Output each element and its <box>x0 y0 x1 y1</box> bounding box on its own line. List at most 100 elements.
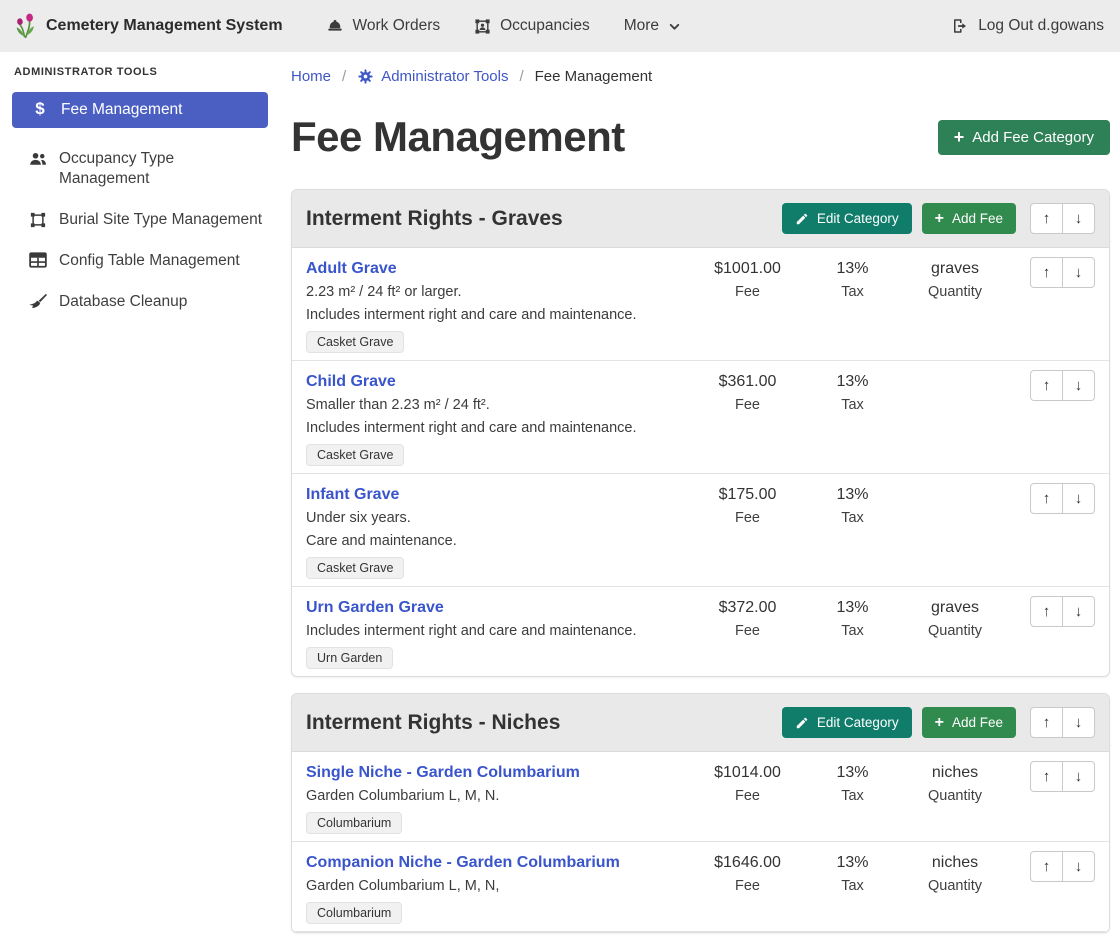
fee-description: Includes interment right and care and ma… <box>306 620 690 643</box>
quantity-label: Quantity <box>900 620 1010 643</box>
tax-label: Tax <box>805 394 900 417</box>
fee-name-link[interactable]: Adult Grave <box>306 257 397 281</box>
fee-amount-cell: $1014.00 Fee <box>690 761 805 808</box>
fee-name-link[interactable]: Urn Garden Grave <box>306 596 444 620</box>
fee-amount-label: Fee <box>690 875 805 898</box>
move-category-down-button[interactable]: ↓ <box>1062 203 1095 234</box>
add-fee-button[interactable]: + Add Fee <box>922 203 1016 234</box>
sidebar-item-database-cleanup[interactable]: Database Cleanup <box>0 292 280 312</box>
nav-work-orders[interactable]: Work Orders <box>326 17 441 35</box>
move-category-down-button[interactable]: ↓ <box>1062 707 1095 738</box>
quantity-unit: niches <box>900 761 1010 785</box>
move-fee-down-button[interactable]: ↓ <box>1062 483 1095 514</box>
logout-link[interactable]: Log Out d.gowans <box>951 17 1104 35</box>
fee-description: Care and maintenance. <box>306 530 690 553</box>
gear-icon <box>357 68 374 85</box>
move-fee-up-button[interactable]: ↑ <box>1030 370 1063 401</box>
nav-more[interactable]: More <box>624 17 681 35</box>
move-fee-up-button[interactable]: ↑ <box>1030 851 1063 882</box>
quantity-label: Quantity <box>900 785 1010 808</box>
boundary-frame-icon <box>28 211 48 229</box>
move-fee-down-button[interactable]: ↓ <box>1062 257 1095 288</box>
fee-description: Under six years. <box>306 507 690 530</box>
fee-amount-cell: $1646.00 Fee <box>690 851 805 898</box>
site-type-badge: Columbarium <box>306 812 402 834</box>
pencil-icon <box>795 716 809 730</box>
plus-icon: + <box>954 130 965 144</box>
fee-row: Companion Niche - Garden Columbarium Gar… <box>292 842 1109 932</box>
fee-info: Single Niche - Garden Columbarium Garden… <box>306 761 690 834</box>
tax-value: 13% <box>805 761 900 785</box>
fee-amount-label: Fee <box>690 620 805 643</box>
hardhat-icon <box>326 17 344 35</box>
fee-description: Garden Columbarium L, M, N, <box>306 875 690 898</box>
plus-icon: + <box>935 717 944 729</box>
sidebar-item-occupancy-type[interactable]: Occupancy Type Management <box>0 149 280 189</box>
sidebar: ADMINISTRATOR TOOLS $ Fee Management Occ… <box>0 52 280 333</box>
move-fee-down-button[interactable]: ↓ <box>1062 851 1095 882</box>
move-fee-down-button[interactable]: ↓ <box>1062 370 1095 401</box>
fee-amount: $1001.00 <box>690 257 805 281</box>
app-brand[interactable]: Cemetery Management System <box>14 12 283 40</box>
sidebar-item-fee-management[interactable]: $ Fee Management <box>12 92 268 128</box>
move-fee-up-button[interactable]: ↑ <box>1030 483 1063 514</box>
fee-name-link[interactable]: Single Niche - Garden Columbarium <box>306 761 580 785</box>
quantity-unit: graves <box>900 596 1010 620</box>
category-header: Interment Rights - Graves Edit Category … <box>292 190 1109 248</box>
edit-category-button[interactable]: Edit Category <box>782 203 912 234</box>
fee-reorder-controls: ↑ ↓ <box>1010 370 1095 401</box>
site-type-badge: Columbarium <box>306 902 402 924</box>
chevron-down-icon <box>668 20 681 33</box>
occupancy-frame-icon <box>474 18 491 35</box>
tax-value: 13% <box>805 483 900 507</box>
add-fee-button[interactable]: + Add Fee <box>922 707 1016 738</box>
logout-label: Log Out d.gowans <box>978 17 1104 35</box>
quantity-label: Quantity <box>900 875 1010 898</box>
sidebar-item-config-table[interactable]: Config Table Management <box>0 251 280 271</box>
category-header: Interment Rights - Niches Edit Category … <box>292 694 1109 752</box>
sidebar-item-burial-site-type[interactable]: Burial Site Type Management <box>0 210 280 230</box>
tax-value: 13% <box>805 257 900 281</box>
add-fee-category-button[interactable]: + Add Fee Category <box>938 120 1110 155</box>
move-category-up-button[interactable]: ↑ <box>1030 203 1063 234</box>
table-icon <box>28 252 48 268</box>
tax-cell: 13% Tax <box>805 761 900 808</box>
tax-cell: 13% Tax <box>805 596 900 643</box>
breadcrumb-admin-tools-label: Administrator Tools <box>381 68 508 85</box>
fee-name-link[interactable]: Child Grave <box>306 370 396 394</box>
edit-category-label: Edit Category <box>817 715 899 730</box>
move-fee-up-button[interactable]: ↑ <box>1030 257 1063 288</box>
category-title: Interment Rights - Niches <box>306 711 772 735</box>
fee-row: Single Niche - Garden Columbarium Garden… <box>292 752 1109 842</box>
move-category-up-button[interactable]: ↑ <box>1030 707 1063 738</box>
fee-amount-label: Fee <box>690 281 805 304</box>
fee-row: Urn Garden Grave Includes interment righ… <box>292 587 1109 676</box>
fee-row: Infant Grave Under six years. Care and m… <box>292 474 1109 587</box>
fee-amount-cell: $372.00 Fee <box>690 596 805 643</box>
fee-name-link[interactable]: Infant Grave <box>306 483 399 507</box>
tax-cell: 13% Tax <box>805 851 900 898</box>
edit-category-label: Edit Category <box>817 211 899 226</box>
move-fee-down-button[interactable]: ↓ <box>1062 761 1095 792</box>
logout-icon <box>951 17 969 35</box>
tax-label: Tax <box>805 875 900 898</box>
sidebar-item-label: Fee Management <box>61 100 183 120</box>
broom-icon <box>28 293 48 311</box>
fee-amount-label: Fee <box>690 785 805 808</box>
top-navbar: Cemetery Management System Work Orders O <box>0 0 1120 52</box>
breadcrumb-admin-tools-link[interactable]: Administrator Tools <box>357 68 508 85</box>
sidebar-heading: ADMINISTRATOR TOOLS <box>14 66 266 78</box>
fee-info: Child Grave Smaller than 2.23 m² / 24 ft… <box>306 370 690 466</box>
breadcrumb-home-link[interactable]: Home <box>291 68 331 85</box>
fee-description: Includes interment right and care and ma… <box>306 304 690 327</box>
fee-reorder-controls: ↑ ↓ <box>1010 596 1095 627</box>
nav-occupancies[interactable]: Occupancies <box>474 17 590 35</box>
move-fee-up-button[interactable]: ↑ <box>1030 596 1063 627</box>
fee-name-link[interactable]: Companion Niche - Garden Columbarium <box>306 851 620 875</box>
site-type-badge: Casket Grave <box>306 444 404 466</box>
move-fee-up-button[interactable]: ↑ <box>1030 761 1063 792</box>
move-fee-down-button[interactable]: ↓ <box>1062 596 1095 627</box>
fee-reorder-controls: ↑ ↓ <box>1010 761 1095 792</box>
edit-category-button[interactable]: Edit Category <box>782 707 912 738</box>
people-icon <box>28 150 48 168</box>
